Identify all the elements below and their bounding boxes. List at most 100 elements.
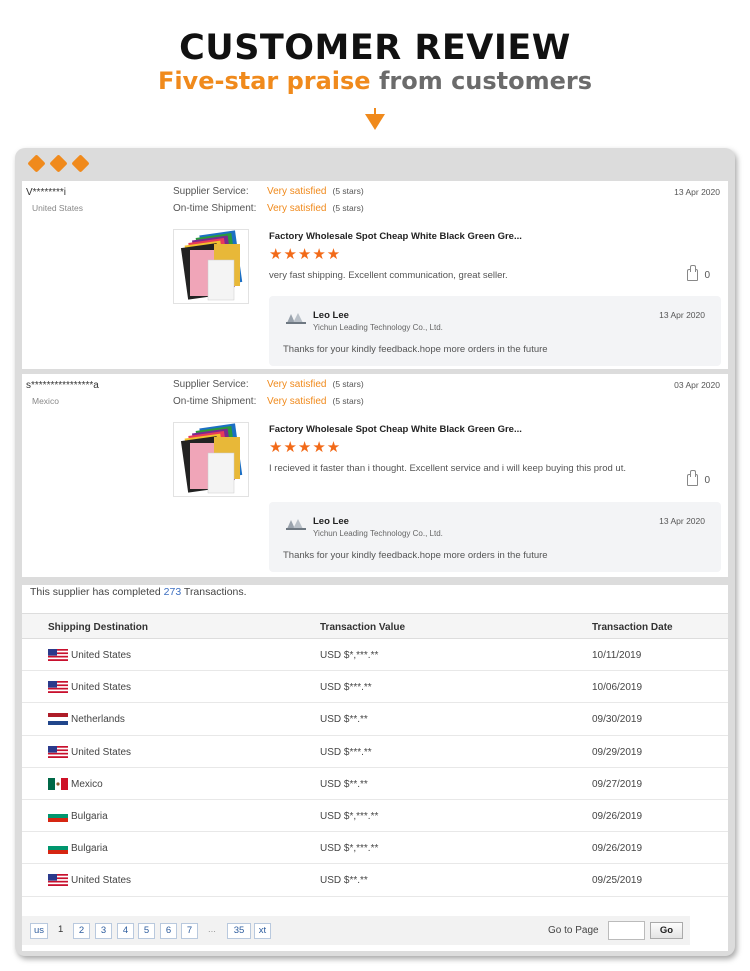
row-country: United States: [71, 875, 132, 887]
row-date: 10/06/2019: [592, 682, 643, 694]
row-value: USD $**.**: [320, 714, 368, 726]
like-count: 0: [704, 474, 710, 486]
hero-title: CUSTOMER REVIEW: [179, 28, 571, 68]
row-country: Netherlands: [71, 714, 125, 726]
rating-stars: ★★★★★: [269, 439, 342, 456]
like-button[interactable]: 0: [687, 265, 710, 281]
reply-company: Yichun Leading Technology Co., Ltd.: [313, 529, 443, 538]
like-button[interactable]: 0: [687, 470, 710, 486]
row-country: United States: [71, 746, 132, 758]
table-row: Bulgaria USD $*,***.** 09/26/2019: [22, 800, 728, 833]
buyer-country: United States: [32, 203, 84, 213]
table-row: Mexico USD $**.** 09/27/2019: [22, 768, 728, 800]
product-thumbnail[interactable]: [173, 229, 249, 304]
row-value: USD $*,***.**: [320, 810, 379, 822]
next-page-button[interactable]: xt: [254, 923, 271, 939]
table-row: United States USD $*,***.** 10/11/2019: [22, 639, 728, 672]
header-date: Transaction Date: [592, 622, 673, 633]
row-value: USD $***.**: [320, 682, 372, 694]
rating-stars: ★★★★★: [269, 246, 342, 263]
page-4-button[interactable]: 4: [117, 923, 134, 939]
us-flag-icon: [48, 874, 68, 887]
transactions-summary: This supplier has completed 273 Transact…: [30, 586, 247, 598]
supplier-service-label: Supplier Service:: [173, 186, 249, 197]
header-value: Transaction Value: [320, 622, 406, 633]
supplier-service-stars: (5 stars): [332, 186, 364, 196]
table-header: Shipping Destination Transaction Value T…: [22, 613, 728, 639]
prev-page-button[interactable]: us: [30, 923, 49, 939]
summary-suffix: Transactions.: [181, 586, 247, 598]
row-value: USD $**.**: [320, 778, 368, 790]
table-row: United States USD $***.** 10/06/2019: [22, 671, 728, 704]
hero-subtitle-accent: Five-star praise: [157, 67, 371, 95]
shipment-stars: (5 stars): [332, 396, 364, 406]
review-card: V********i United States Supplier Servic…: [22, 181, 728, 369]
reply-company: Yichun Leading Technology Co., Ltd.: [313, 323, 443, 332]
goto-page-input[interactable]: [608, 921, 645, 940]
buyer-name: V********i: [26, 187, 67, 198]
supplier-reply: Leo Lee Yichun Leading Technology Co., L…: [269, 502, 721, 572]
supplier-service-rating: Supplier Service: Very satisfied (5 stars): [173, 379, 364, 390]
us-flag-icon: [48, 681, 68, 694]
product-thumbnail[interactable]: [173, 422, 249, 497]
row-country: United States: [71, 650, 132, 661]
shipment-rating: On-time Shipment: Very satisfied (5 stars): [173, 396, 364, 407]
supplier-service-label: Supplier Service:: [173, 379, 249, 390]
page-last-button[interactable]: 35: [227, 923, 251, 939]
netherlands-flag-icon: [48, 713, 68, 726]
goto-label: Go to Page: [548, 925, 599, 936]
window-dot-icon: [27, 154, 46, 173]
row-date: 09/27/2019: [592, 778, 643, 790]
hero-subtitle: Five-star praise from customers: [0, 67, 750, 95]
current-page: 1: [58, 924, 64, 935]
thumbs-up-icon: [687, 470, 699, 486]
bulgaria-flag-icon: [48, 842, 68, 855]
shipment-rating: On-time Shipment: Very satisfied (5 stars): [173, 203, 364, 214]
company-logo-icon: [286, 313, 306, 324]
row-value: USD $**.**: [320, 875, 368, 887]
review-text: very fast shipping. Excellent communicat…: [269, 270, 508, 281]
buyer-name: s****************a: [26, 380, 99, 391]
browser-window: V********i United States Supplier Servic…: [15, 148, 735, 956]
us-flag-icon: [48, 745, 68, 758]
supplier-service-rating: Supplier Service: Very satisfied (5 stars): [173, 186, 364, 197]
row-value: USD $*,***.**: [320, 843, 379, 855]
page-7-button[interactable]: 7: [181, 923, 198, 939]
row-date: 09/26/2019: [592, 810, 643, 822]
row-value: USD $*,***.**: [320, 650, 379, 661]
row-country: United States: [71, 682, 132, 694]
us-flag-icon: [48, 649, 68, 661]
reply-date: 13 Apr 2020: [659, 516, 705, 526]
page-3-button[interactable]: 3: [95, 923, 112, 939]
row-country: Bulgaria: [71, 810, 108, 822]
shipment-value: Very satisfied: [267, 203, 327, 214]
transactions-panel: This supplier has completed 273 Transact…: [22, 585, 728, 951]
reply-text: Thanks for your kindly feedback.hope mor…: [283, 550, 548, 561]
page-2-button[interactable]: 2: [73, 923, 90, 939]
product-title[interactable]: Factory Wholesale Spot Cheap White Black…: [269, 424, 522, 435]
window-dot-icon: [71, 154, 90, 173]
page-6-button[interactable]: 6: [160, 923, 177, 939]
transaction-count: 273: [163, 586, 182, 598]
table-row: Bulgaria USD $*,***.** 09/26/2019: [22, 832, 728, 865]
product-title[interactable]: Factory Wholesale Spot Cheap White Black…: [269, 231, 522, 242]
shipment-label: On-time Shipment:: [173, 203, 257, 214]
page-5-button[interactable]: 5: [138, 923, 155, 939]
like-count: 0: [704, 269, 710, 281]
table-row: Netherlands USD $**.** 09/30/2019: [22, 703, 728, 736]
review-text: I recieved it faster than i thought. Exc…: [269, 463, 626, 474]
reply-author: Leo Lee: [313, 310, 349, 321]
shipment-stars: (5 stars): [332, 203, 364, 213]
company-logo-icon: [286, 519, 306, 530]
bulgaria-flag-icon: [48, 809, 68, 822]
supplier-reply: Leo Lee Yichun Leading Technology Co., L…: [269, 296, 721, 366]
down-arrow-icon: [365, 114, 385, 130]
table-row: United States USD $***.** 09/29/2019: [22, 736, 728, 768]
review-date: 13 Apr 2020: [674, 187, 720, 197]
table-row: United States USD $**.** 09/25/2019: [22, 864, 728, 897]
window-dot-icon: [49, 154, 68, 173]
pagination-ellipsis: ...: [208, 924, 216, 935]
go-button[interactable]: Go: [650, 922, 683, 939]
row-date: 10/11/2019: [592, 650, 642, 661]
supplier-service-value: Very satisfied: [267, 186, 327, 197]
